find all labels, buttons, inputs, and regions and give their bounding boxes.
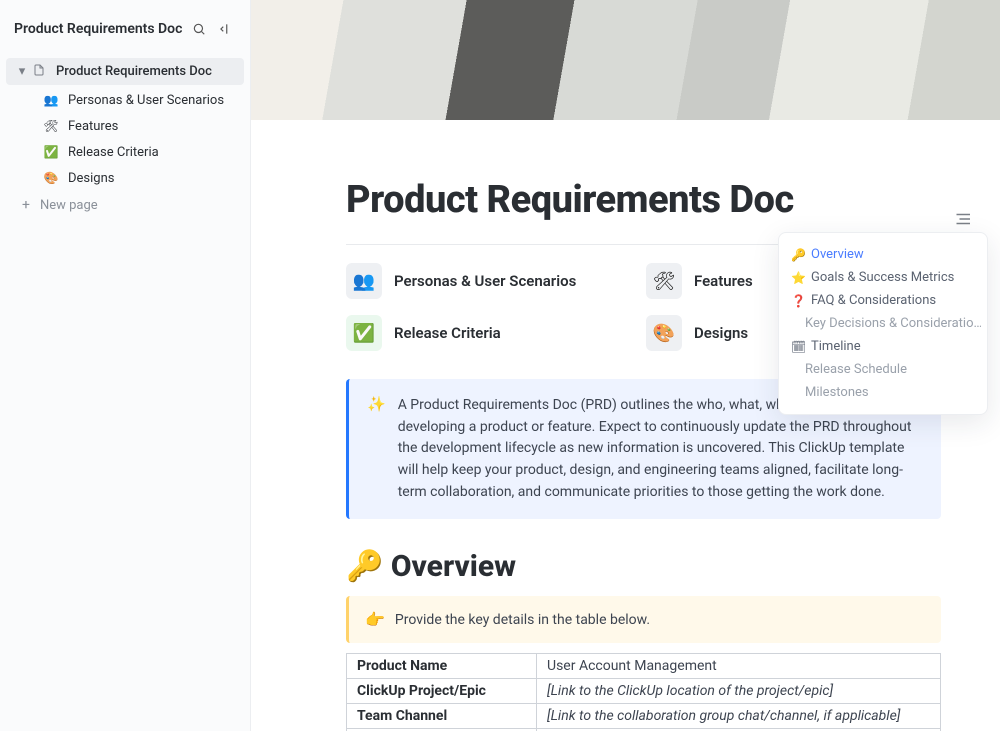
sparkle-icon: ✨ [367,395,386,503]
palette-icon: 🎨 [42,171,60,185]
sidebar-item-personas[interactable]: 👥 Personas & User Scenarios [0,87,250,113]
toc-item-milestones[interactable]: Milestones [785,381,981,404]
sidebar-item-release[interactable]: ✅ Release Criteria [0,139,250,165]
subpage-link-personas[interactable]: 👥 Personas & User Scenarios [346,263,646,299]
key-icon: 🔑 [791,248,805,262]
toc-label: Overview [811,247,864,262]
chevron-down-icon: ▾ [18,64,26,79]
toc-label: FAQ & Considerations [811,293,936,308]
palette-icon: 🎨 [646,315,682,351]
table-val: [Link to the ClickUp location of the pro… [537,679,941,704]
main: Product Requirements Doc 👥 Personas & Us… [251,0,1000,731]
tools-icon: 🛠 [646,263,682,299]
toc-label: Key Decisions & Consideratio… [805,316,981,331]
table-val: [Link to the collaboration group chat/ch… [537,704,941,729]
table-row[interactable]: ClickUp Project/Epic [Link to the ClickU… [347,679,941,704]
toc-item-timeline[interactable]: 🗓 Timeline [785,335,981,358]
subpage-link-label: Features [694,272,753,290]
toc-label: Milestones [805,385,869,400]
sidebar-item-root[interactable]: ▾ Product Requirements Doc [6,58,244,85]
table-key: ClickUp Project/Epic [347,679,537,704]
collapse-sidebar-icon[interactable] [214,18,236,40]
table-key: Team Channel [347,704,537,729]
sidebar-item-designs[interactable]: 🎨 Designs [0,165,250,191]
toc-item-release-schedule[interactable]: Release Schedule [785,358,981,381]
sidebar: Product Requirements Doc ▾ Product Requi… [0,0,251,731]
toc-item-faq[interactable]: ❓ FAQ & Considerations [785,289,981,312]
sidebar-header: Product Requirements Doc [0,18,250,58]
sidebar-item-label: Features [68,119,118,134]
tools-icon: 🛠 [42,119,60,133]
question-icon: ❓ [791,294,805,308]
pointing-icon: 👉 [365,610,385,629]
new-page-button[interactable]: + New page [0,191,250,219]
sidebar-title: Product Requirements Doc [14,21,184,37]
people-icon: 👥 [346,263,382,299]
people-icon: 👥 [42,93,60,107]
toc-item-key-decisions[interactable]: Key Decisions & Consideratio… [785,312,981,335]
toc-panel: 🔑 Overview ⭐ Goals & Success Metrics ❓ F… [778,232,988,415]
new-page-label: New page [40,198,98,213]
toc-item-overview[interactable]: 🔑 Overview [785,243,981,266]
sidebar-item-label: Release Criteria [68,145,159,160]
tip-callout: 👉 Provide the key details in the table b… [346,596,941,643]
check-icon: ✅ [42,145,60,159]
table-val: User Account Management [537,654,941,679]
overview-heading: 🔑 Overview [346,549,940,584]
calendar-icon: 🗓 [791,340,805,354]
star-icon: ⭐ [791,271,805,285]
toc-label: Timeline [811,339,861,354]
subpage-link-label: Release Criteria [394,324,501,342]
table-key: Product Name [347,654,537,679]
details-table: Product Name User Account Management Cli… [346,653,941,731]
sidebar-item-label: Personas & User Scenarios [68,93,224,108]
toc-label: Goals & Success Metrics [811,270,954,285]
table-row[interactable]: Product Name User Account Management [347,654,941,679]
sidebar-item-features[interactable]: 🛠 Features [0,113,250,139]
page-title: Product Requirements Doc [346,178,940,222]
subpage-link-label: Designs [694,324,748,342]
toc-item-goals[interactable]: ⭐ Goals & Success Metrics [785,266,981,289]
check-icon: ✅ [346,315,382,351]
sidebar-item-label: Product Requirements Doc [56,64,212,79]
table-row[interactable]: Team Channel [Link to the collaboration … [347,704,941,729]
document-body: Product Requirements Doc 👥 Personas & Us… [251,120,1000,731]
sidebar-item-label: Designs [68,171,114,186]
subpage-link-label: Personas & User Scenarios [394,272,576,290]
subpage-link-release[interactable]: ✅ Release Criteria [346,315,646,351]
search-icon[interactable] [188,18,210,40]
cover-image [251,0,1000,120]
tip-text: Provide the key details in the table bel… [395,612,650,628]
doc-icon [30,63,48,80]
toc-toggle-button[interactable] [953,208,975,230]
toc-label: Release Schedule [805,362,907,377]
sidebar-tree: ▾ Product Requirements Doc 👥 Personas & … [0,58,250,191]
plus-icon: + [22,197,30,213]
